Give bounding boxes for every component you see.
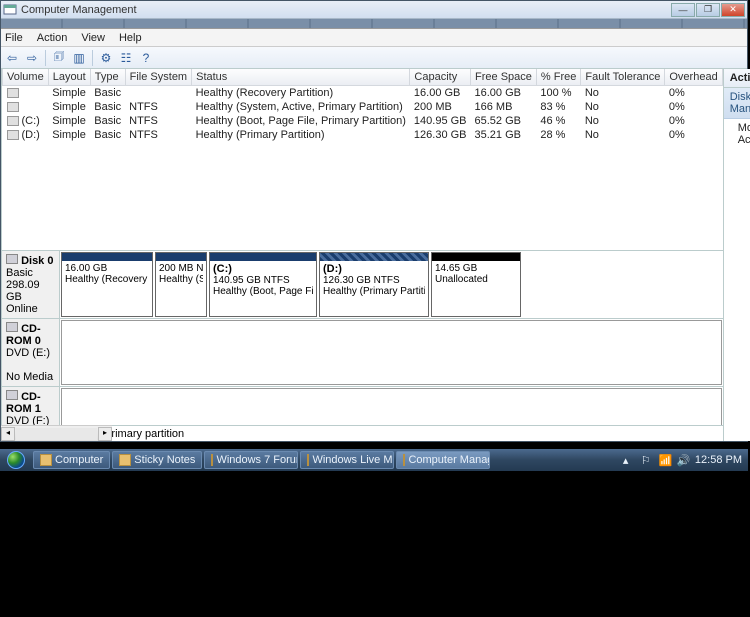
partition-block[interactable]: 14.65 GBUnallocated <box>431 252 521 317</box>
back-button[interactable]: ⇦ <box>3 49 21 67</box>
partition-block[interactable]: (C:)140.95 GB NTFSHealthy (Boot, Page Fi… <box>209 252 317 317</box>
menu-view[interactable]: View <box>81 32 105 44</box>
up-button[interactable]: 🗊 <box>50 49 68 67</box>
actions-header: Actions <box>724 69 750 88</box>
menubar: File Action View Help <box>1 29 747 47</box>
actions-pane: Actions Disk Management ▴ More Actions ▸ <box>724 69 750 441</box>
help-button[interactable]: ? <box>137 49 155 67</box>
tray-clock[interactable]: 12:58 PM <box>695 454 742 466</box>
taskbar-task[interactable]: Sticky Notes <box>112 451 202 469</box>
show-hide-button[interactable]: ▥ <box>70 49 88 67</box>
column-header[interactable]: % Free <box>536 69 580 86</box>
volume-row[interactable]: (C:)SimpleBasicNTFSHealthy (Boot, Page F… <box>3 114 723 128</box>
system-tray[interactable]: ▴ ⚐ 📶 🔊 12:58 PM <box>617 454 748 466</box>
browser-tabstrip <box>1 19 747 29</box>
disk-header-disk0[interactable]: Disk 0 Basic 298.09 GB Online <box>2 251 60 318</box>
close-button[interactable]: ✕ <box>721 3 745 17</box>
titlebar[interactable]: Computer Management — ❐ ✕ <box>1 1 747 19</box>
cdrom-icon <box>6 322 18 332</box>
taskbar-task[interactable]: Windows 7 Forums - ... <box>204 451 298 469</box>
column-header[interactable]: Free Space <box>471 69 537 86</box>
start-button[interactable] <box>0 449 32 471</box>
column-header[interactable]: Overhead <box>665 69 722 86</box>
actions-more[interactable]: More Actions ▸ <box>724 119 750 149</box>
column-header[interactable]: Type <box>90 69 125 86</box>
tree-hscrollbar[interactable]: ◂ ▸ <box>1 425 2 441</box>
window-title: Computer Management <box>21 4 671 16</box>
column-header[interactable]: Capacity <box>410 69 471 86</box>
tray-caret-icon[interactable]: ▴ <box>623 454 635 466</box>
volume-row[interactable]: SimpleBasicHealthy (Recovery Partition)1… <box>3 86 723 101</box>
disk-row-disk0[interactable]: Disk 0 Basic 298.09 GB Online 16.00 GBHe… <box>2 251 723 319</box>
center-pane: VolumeLayoutTypeFile SystemStatusCapacit… <box>2 69 724 441</box>
taskbar-task[interactable]: Computer <box>33 451 110 469</box>
tray-flag-icon[interactable]: ⚐ <box>641 454 653 466</box>
volume-table[interactable]: VolumeLayoutTypeFile SystemStatusCapacit… <box>2 69 723 251</box>
disk-header-cd1[interactable]: CD-ROM 1 DVD (F:) No Media <box>2 387 60 425</box>
disk-row-cdrom0[interactable]: CD-ROM 0 DVD (E:) No Media <box>2 319 723 387</box>
column-header[interactable]: Volume <box>3 69 49 86</box>
partition-block[interactable]: 200 MB NTFSHealthy (Syst <box>155 252 207 317</box>
disk-icon <box>6 254 18 264</box>
partition-block[interactable]: 16.00 GBHealthy (Recovery Partition <box>61 252 153 317</box>
refresh-button[interactable]: ⚙ <box>97 49 115 67</box>
cdrom-icon <box>6 390 18 400</box>
column-header[interactable]: File System <box>125 69 191 86</box>
disk-row-cdrom1[interactable]: CD-ROM 1 DVD (F:) No Media <box>2 387 723 425</box>
minimize-button[interactable]: — <box>671 3 695 17</box>
column-header[interactable]: Fault Tolerance <box>581 69 665 86</box>
tray-network-icon[interactable]: 📶 <box>659 454 671 466</box>
actions-section[interactable]: Disk Management ▴ <box>724 88 750 119</box>
no-media-area <box>61 388 722 425</box>
taskbar-task[interactable]: Computer Managem... <box>396 451 490 469</box>
properties-button[interactable]: ☷ <box>117 49 135 67</box>
menu-file[interactable]: File <box>5 32 23 44</box>
menu-help[interactable]: Help <box>119 32 142 44</box>
column-header[interactable]: Layout <box>48 69 90 86</box>
tray-volume-icon[interactable]: 🔊 <box>677 454 689 466</box>
windows-orb-icon <box>7 451 25 469</box>
app-icon <box>3 3 17 17</box>
partition-block[interactable]: (D:)126.30 GB NTFSHealthy (Primary Parti… <box>319 252 429 317</box>
scroll-left-button[interactable]: ◂ <box>1 427 2 441</box>
taskbar[interactable]: ComputerSticky NotesWindows 7 Forums - .… <box>0 449 748 471</box>
volume-row[interactable]: (D:)SimpleBasicNTFSHealthy (Primary Part… <box>3 128 723 142</box>
column-header[interactable]: Status <box>192 69 410 86</box>
no-media-area <box>61 320 722 385</box>
disk-graphical-view[interactable]: Disk 0 Basic 298.09 GB Online 16.00 GBHe… <box>2 251 723 425</box>
volume-row[interactable]: SimpleBasicNTFSHealthy (System, Active, … <box>3 100 723 114</box>
toolbar: ⇦ ⇨ 🗊 ▥ ⚙ ☷ ? <box>1 47 747 69</box>
app-window: Computer Management — ❐ ✕ File Action Vi… <box>0 0 748 442</box>
forward-button[interactable]: ⇨ <box>23 49 41 67</box>
maximize-button[interactable]: ❐ <box>696 3 720 17</box>
disk-header-cd0[interactable]: CD-ROM 0 DVD (E:) No Media <box>2 319 60 386</box>
taskbar-task[interactable]: Windows Live Messe... <box>300 451 394 469</box>
menu-action[interactable]: Action <box>37 32 68 44</box>
